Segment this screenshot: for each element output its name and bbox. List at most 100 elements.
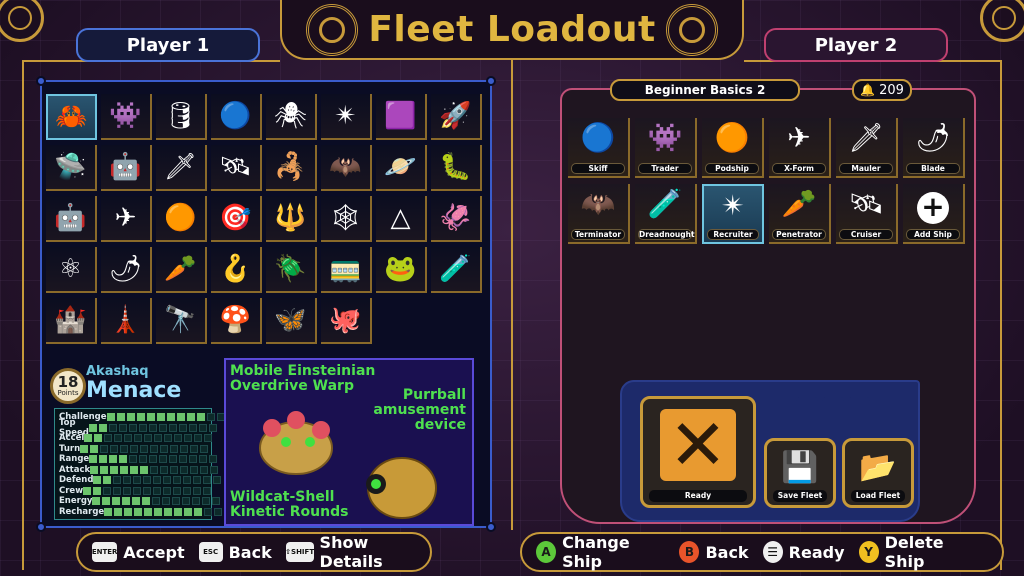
roster-ship-cell[interactable]: 🤖: [101, 145, 152, 191]
ship-icon: 🍄: [219, 305, 252, 335]
stat-pip: [98, 423, 107, 432]
roster-ship-cell[interactable]: 🔱: [266, 196, 317, 242]
roster-ship-cell[interactable]: 🔵: [211, 94, 262, 140]
roster-ship-cell[interactable]: 🦑: [431, 196, 482, 242]
ready-button[interactable]: ✕ Ready: [640, 396, 756, 508]
ship-icon: 🛰: [848, 187, 884, 220]
ship-roster-grid: 🦀 👾 🛢 🔵 🕷 ✴ 🟪 🚀 🛸 🤖 🗡 🛰 🦂 🦇 🪐 🐛 🤖 ✈ 🟠 🎯 🔱 🕸 △ 🦑 ⚛ 🌶 🥕 🪝 🪲 🚃 🐸 🧪 🏰 🗼 🔭 🍄 🦋 🐙: [46, 94, 482, 344]
player1-tab[interactable]: Player 1: [76, 28, 260, 62]
roster-ship-cell[interactable]: 🛢: [156, 94, 207, 140]
fleet-ship-trader[interactable]: 👾 Trader: [635, 118, 697, 178]
stat-pip: [154, 507, 163, 516]
roster-ship-cell[interactable]: 🪲: [266, 247, 317, 293]
hint-ready[interactable]: Ready: [789, 543, 845, 562]
roster-ship-cell[interactable]: 🪐: [376, 145, 427, 191]
roster-ship-cell[interactable]: 🗼: [101, 298, 152, 344]
hint-delete-ship[interactable]: Delete Ship: [885, 533, 980, 571]
ship-icon: 🏰: [54, 305, 87, 335]
hint-back[interactable]: Back: [705, 543, 748, 562]
fleet-points-value: 209: [879, 82, 904, 98]
stat-bar: [84, 434, 213, 443]
roster-ship-cell[interactable]: 🦇: [321, 145, 372, 191]
fleet-ship-podship[interactable]: 🟠 Podship: [702, 118, 764, 178]
fleet-ship-penetrator[interactable]: 🥕 Penetrator: [769, 184, 831, 244]
add-ship-button[interactable]: + Add Ship: [903, 184, 965, 244]
stat-pip: [168, 423, 177, 432]
ship-stats: Challenge Top Speed Accel Turn Range Attack De…: [54, 408, 235, 520]
page-title: Fleet Loadout: [368, 8, 656, 50]
roster-ship-cell[interactable]: ✈: [101, 196, 152, 242]
ship-icon: △: [390, 203, 411, 233]
roster-ship-cell[interactable]: 🐸: [376, 247, 427, 293]
roster-ship-cell[interactable]: 🗡: [156, 145, 207, 191]
stat-pip: [132, 497, 141, 506]
ship-icon: 🌶: [915, 121, 951, 154]
roster-ship-cell[interactable]: 🧪: [431, 247, 482, 293]
ship-icon: 🟪: [384, 101, 417, 131]
hint-accept[interactable]: Accept: [123, 543, 184, 562]
roster-ship-cell[interactable]: 🐙: [321, 298, 372, 344]
fleet-ship-x-form[interactable]: ✈ X-Form: [769, 118, 831, 178]
key-icon: ESC: [198, 542, 223, 562]
roster-ship-cell[interactable]: 🪝: [211, 247, 262, 293]
roster-ship-cell[interactable]: 🔭: [156, 298, 207, 344]
fleet-ship-terminator[interactable]: 🦇 Terminator: [568, 184, 630, 244]
roster-ship-cell[interactable]: 🟪: [376, 94, 427, 140]
roster-ship-cell[interactable]: 🦀: [46, 94, 97, 140]
player2-tab[interactable]: Player 2: [764, 28, 948, 62]
roster-ship-cell[interactable]: 🎯: [211, 196, 262, 242]
stat-pip: [153, 486, 162, 495]
roster-ship-cell[interactable]: 🐛: [431, 145, 482, 191]
stat-pip: [176, 413, 185, 422]
hint-show-details[interactable]: Show Details: [320, 533, 408, 571]
stat-pip: [180, 444, 189, 453]
ship-icon: 🔵: [219, 101, 252, 131]
roster-ship-cell[interactable]: 🕸: [321, 196, 372, 242]
stat-pip: [164, 507, 173, 516]
fleet-ship-cruiser[interactable]: 🛰 Cruiser: [836, 184, 898, 244]
stat-pip: [88, 423, 97, 432]
stat-pip: [164, 434, 173, 443]
roster-ship-cell[interactable]: ✴: [321, 94, 372, 140]
roster-ship-cell[interactable]: 🏰: [46, 298, 97, 344]
stat-pip: [134, 507, 143, 516]
stat-pip: [84, 434, 93, 443]
ship-icon: 🪐: [384, 152, 417, 182]
roster-ship-cell[interactable]: 🌶: [101, 247, 152, 293]
points-label: Points: [57, 389, 79, 397]
roster-ship-cell[interactable]: ⚛: [46, 247, 97, 293]
stat-pip: [103, 476, 112, 485]
roster-ship-cell[interactable]: △: [376, 196, 427, 242]
stat-pip: [138, 423, 147, 432]
stat-pip: [144, 434, 153, 443]
load-fleet-button[interactable]: 📂 Load Fleet: [842, 438, 914, 508]
roster-ship-cell[interactable]: 🕷: [266, 94, 317, 140]
fleet-name[interactable]: Beginner Basics 2: [610, 79, 800, 101]
roster-ship-cell[interactable]: 🚃: [321, 247, 372, 293]
fleet-ship-mauler[interactable]: 🗡 Mauler: [836, 118, 898, 178]
roster-ship-cell[interactable]: 🚀: [431, 94, 482, 140]
fleet-ship-blade[interactable]: 🌶 Blade: [903, 118, 965, 178]
fleet-ship-label: Skiff: [571, 163, 625, 174]
roster-ship-cell[interactable]: 🥕: [156, 247, 207, 293]
hint-back[interactable]: Back: [229, 543, 272, 562]
stat-pip: [130, 444, 139, 453]
ship-icon: 🐛: [439, 152, 472, 182]
hint-change-ship[interactable]: Change Ship: [562, 533, 665, 571]
fleet-ship-recruiter[interactable]: ✴ Recruiter: [702, 184, 764, 244]
stat-label: Attack: [59, 464, 91, 475]
roster-ship-cell[interactable]: 🛰: [211, 145, 262, 191]
roster-ship-cell[interactable]: 🍄: [211, 298, 262, 344]
roster-ship-cell[interactable]: 👾: [101, 94, 152, 140]
stat-pip: [186, 413, 195, 422]
roster-ship-cell[interactable]: 🦂: [266, 145, 317, 191]
fleet-ship-dreadnought[interactable]: 🧪 Dreadnought: [635, 184, 697, 244]
save-fleet-button[interactable]: 💾 Save Fleet: [764, 438, 836, 508]
stat-pip: [163, 476, 172, 485]
roster-ship-cell[interactable]: 🤖: [46, 196, 97, 242]
roster-ship-cell[interactable]: 🦋: [266, 298, 317, 344]
ship-icon: ✴: [721, 189, 745, 222]
roster-ship-cell[interactable]: 🛸: [46, 145, 97, 191]
fleet-ship-skiff[interactable]: 🔵 Skiff: [568, 118, 630, 178]
roster-ship-cell[interactable]: 🟠: [156, 196, 207, 242]
